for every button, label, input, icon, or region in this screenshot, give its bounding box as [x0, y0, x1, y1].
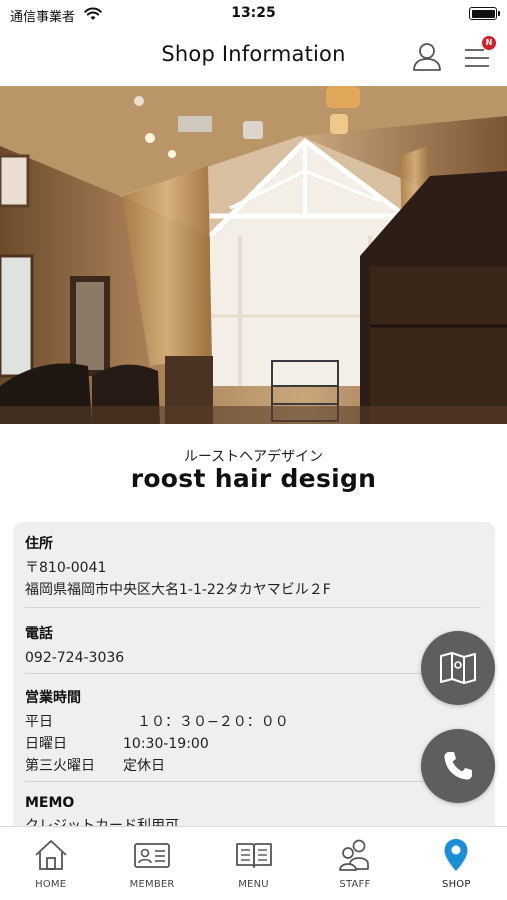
shop-photo [0, 86, 507, 424]
user-icon [413, 43, 441, 71]
member-card-icon [134, 843, 171, 868]
tab-shop[interactable]: SHOP [406, 827, 507, 900]
tab-bar: HOME MEMBER MENU STAFF SHOP [0, 826, 507, 900]
hours-day: 日曜日 [25, 736, 67, 752]
staff-icon [339, 839, 369, 871]
nav-bar: Shop Information N [0, 28, 507, 86]
address-label: 住所 [25, 536, 53, 552]
address-section: 住所 〒810-0041 福岡県福岡市中央区大名1-1-22タカヤマビル２F [25, 533, 481, 601]
tab-member[interactable]: MEMBER [101, 827, 202, 900]
clock: 13:25 [231, 5, 276, 21]
divider [25, 673, 481, 674]
screen: 通信事業者 13:25 Shop Information N ルーストヘアデザイ… [0, 0, 507, 900]
divider [25, 781, 481, 782]
hours-time: 10:30-19:00 [123, 736, 209, 752]
tab-staff[interactable]: STAFF [304, 827, 405, 900]
status-bar: 通信事業者 13:25 [0, 0, 507, 28]
hours-row: 第三火曜日 定休日 [25, 755, 481, 777]
call-button[interactable] [421, 729, 495, 803]
tab-label: MENU [238, 879, 269, 890]
hours-row: 日曜日 10:30-19:00 [25, 733, 481, 755]
phone-section: 電話 092-724-3036 [25, 623, 481, 669]
address-text: 福岡県福岡市中央区大名1-1-22タカヤマビル２F [25, 582, 331, 598]
shop-name: roost hair design [130, 464, 377, 493]
notification-badge: N [482, 36, 496, 50]
tab-label: SHOP [442, 879, 471, 890]
hours-time: 定休日 [123, 758, 165, 774]
divider [25, 607, 481, 608]
tab-label: HOME [35, 879, 67, 890]
tab-label: MEMBER [129, 879, 175, 890]
location-pin-icon [444, 839, 468, 871]
map-icon [440, 652, 476, 684]
hours-day: 平日 [25, 714, 53, 730]
phone-number[interactable]: 092-724-3036 [25, 647, 481, 669]
hours-day: 第三火曜日 [25, 758, 95, 774]
map-button[interactable] [421, 631, 495, 705]
phone-icon [444, 752, 472, 780]
hours-section: 営業時間 平日 １０：３０−２０：００ 日曜日 10:30-19:00 第三火曜… [25, 687, 481, 777]
menu-button[interactable]: N [460, 36, 496, 74]
book-icon [235, 843, 272, 868]
hours-label: 営業時間 [25, 690, 81, 706]
home-icon [35, 840, 67, 870]
memo-label: MEMO [25, 795, 75, 811]
account-button[interactable] [410, 40, 444, 74]
battery-icon [469, 7, 500, 20]
tab-home[interactable]: HOME [0, 827, 101, 900]
postal-code: 〒810-0041 [25, 560, 107, 576]
shop-info-card: 住所 〒810-0041 福岡県福岡市中央区大名1-1-22タカヤマビル２F 電… [13, 522, 495, 852]
tab-label: STAFF [339, 879, 371, 890]
phone-label: 電話 [25, 626, 53, 642]
shop-name-kana: ルーストヘアデザイン [183, 449, 324, 465]
hours-time: １０：３０−２０：００ [123, 714, 289, 730]
tab-menu[interactable]: MENU [203, 827, 304, 900]
hours-row: 平日 １０：３０−２０：００ [25, 711, 481, 733]
